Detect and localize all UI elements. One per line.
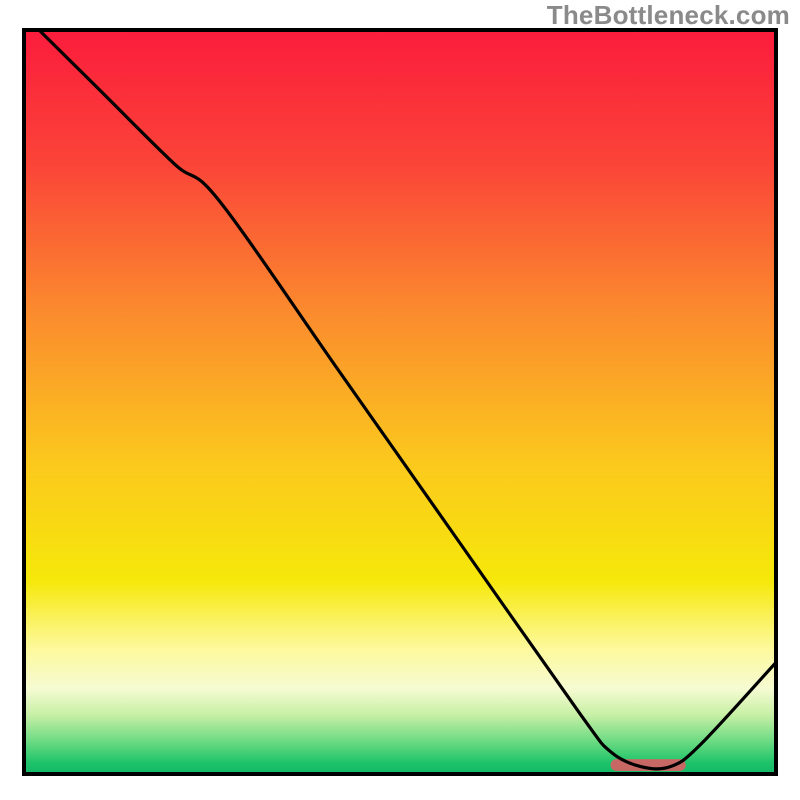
gradient-background — [24, 30, 776, 774]
bottleneck-chart — [0, 0, 800, 800]
chart-frame: TheBottleneck.com — [0, 0, 800, 800]
watermark-text: TheBottleneck.com — [547, 0, 790, 31]
